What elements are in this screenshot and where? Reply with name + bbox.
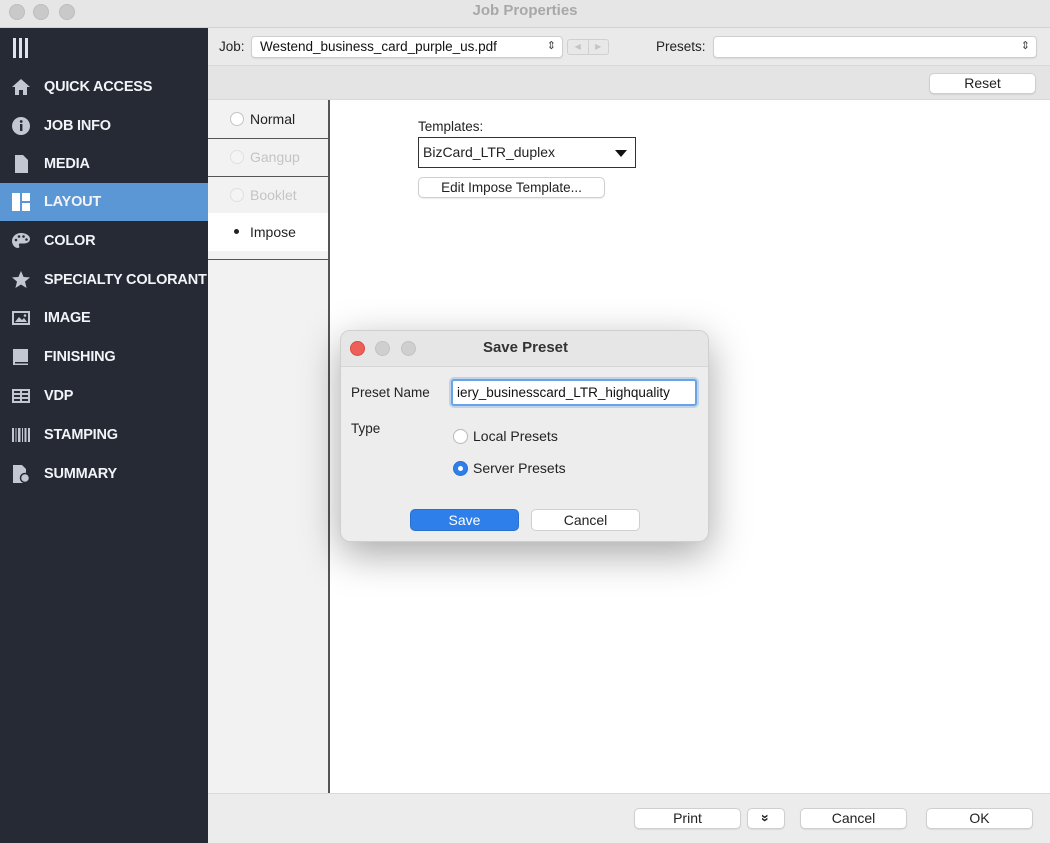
job-toolbar: Job: Westend_business_card_purple_us.pdf…: [208, 28, 1050, 66]
sidebar-item-job-info[interactable]: JOB INFO: [0, 107, 208, 145]
finishing-icon: [10, 347, 32, 367]
sidebar-item-color[interactable]: COLOR: [0, 222, 208, 260]
presets-label: Presets:: [656, 39, 706, 54]
dialog-title: Save Preset: [482, 339, 569, 356]
sidebar-item-label: FINISHING: [44, 349, 116, 365]
dialog-cancel-button[interactable]: Cancel: [531, 509, 640, 531]
sidebar-item-label: SUMMARY: [44, 466, 117, 482]
next-job-button[interactable]: ▶: [587, 40, 609, 54]
more-options-button[interactable]: »: [747, 808, 785, 829]
templates-dropdown-value: BizCard_LTR_duplex: [423, 144, 556, 160]
sidebar-item-specialty-colorant[interactable]: SPECIALTY COLORANT: [0, 261, 208, 299]
sidebar-item-label: QUICK ACCESS: [44, 79, 153, 95]
window-titlebar: Job Properties: [0, 0, 1050, 28]
reset-bar: Reset: [208, 66, 1050, 100]
divider: [208, 259, 328, 260]
job-label: Job:: [219, 39, 245, 54]
layout-options-panel: Normal Gangup Booklet Impose: [208, 100, 330, 793]
star-icon: [10, 270, 32, 290]
vdp-icon: [10, 386, 32, 406]
layout-option-booklet: Booklet: [208, 176, 328, 214]
templates-dropdown[interactable]: BizCard_LTR_duplex: [418, 137, 636, 168]
sidebar-item-label: LAYOUT: [44, 194, 102, 210]
chevron-updown-icon: ⇕: [1020, 40, 1030, 52]
job-select-value: Westend_business_card_purple_us.pdf: [260, 39, 497, 54]
sidebar-item-quick-access[interactable]: QUICK ACCESS: [0, 68, 208, 106]
chevron-updown-icon: ⇕: [546, 40, 556, 52]
radio-button: [230, 188, 244, 202]
server-presets-radio[interactable]: Server Presets: [453, 460, 566, 476]
type-label: Type: [351, 421, 381, 436]
palette-icon: [10, 231, 32, 251]
double-chevron-down-icon: »: [757, 814, 774, 822]
sidebar-item-label: MEDIA: [44, 156, 90, 172]
radio-button: [230, 150, 244, 164]
layout-option-gangup: Gangup: [208, 138, 328, 176]
cancel-button[interactable]: Cancel: [800, 808, 907, 829]
sidebar-item-media[interactable]: MEDIA: [0, 145, 208, 183]
templates-label: Templates:: [418, 119, 484, 134]
layout-option-label: Booklet: [250, 187, 297, 203]
save-button[interactable]: Save: [410, 509, 519, 531]
ok-button[interactable]: OK: [926, 808, 1033, 829]
stamping-icon: [10, 425, 32, 445]
radio-button[interactable]: [230, 225, 244, 239]
bottom-action-bar: Print » Cancel OK: [208, 793, 1050, 843]
sidebar-item-image[interactable]: IMAGE: [0, 299, 208, 337]
summary-icon: [10, 464, 32, 484]
preset-name-label: Preset Name: [351, 385, 430, 400]
reset-button[interactable]: Reset: [929, 73, 1036, 94]
edit-impose-template-button[interactable]: Edit Impose Template...: [418, 177, 605, 198]
sidebar-item-layout[interactable]: LAYOUT: [0, 183, 208, 221]
image-icon: [10, 308, 32, 328]
local-presets-radio[interactable]: Local Presets: [453, 428, 558, 444]
radio-button[interactable]: [453, 428, 468, 444]
preset-name-input[interactable]: [451, 379, 697, 406]
server-presets-label: Server Presets: [473, 460, 566, 476]
previous-job-button[interactable]: ◀: [568, 40, 588, 54]
layout-option-normal[interactable]: Normal: [208, 100, 328, 138]
document-icon: [10, 154, 32, 174]
sidebar-item-label: IMAGE: [44, 310, 91, 326]
radio-button[interactable]: [230, 112, 244, 126]
radio-button-selected[interactable]: [453, 460, 468, 476]
sidebar-item-label: SPECIALTY COLORANT: [44, 272, 207, 288]
info-icon: [10, 116, 32, 136]
layout-option-label: Normal: [250, 111, 296, 127]
print-button[interactable]: Print: [634, 808, 741, 829]
dialog-titlebar: Save Preset: [341, 331, 708, 367]
sidebar-item-stamping[interactable]: STAMPING: [0, 416, 208, 454]
job-nav-buttons: ◀ ▶: [567, 39, 609, 55]
save-preset-dialog: Save Preset Preset Name Type Local Prese…: [340, 330, 709, 542]
layout-icon: [10, 192, 32, 212]
home-icon: [10, 77, 32, 97]
dropdown-arrow-icon: [615, 150, 627, 157]
presets-select[interactable]: ⇕: [713, 36, 1037, 58]
sidebar-item-summary[interactable]: SUMMARY: [0, 455, 208, 493]
job-select[interactable]: Westend_business_card_purple_us.pdf ⇕: [251, 36, 563, 58]
layout-option-label: Impose: [250, 224, 296, 240]
sidebar-item-label: JOB INFO: [44, 118, 111, 134]
sidebar-toggle-icon[interactable]: [13, 38, 29, 58]
sidebar-item-finishing[interactable]: FINISHING: [0, 338, 208, 376]
sidebar-item-vdp[interactable]: VDP: [0, 377, 208, 415]
window-title: Job Properties: [472, 2, 578, 19]
sidebar-item-label: COLOR: [44, 233, 96, 249]
sidebar-item-label: VDP: [44, 388, 74, 404]
layout-option-label: Gangup: [250, 149, 300, 165]
sidebar: QUICK ACCESS JOB INFO MEDIA LAYOUT COLOR…: [0, 28, 208, 843]
local-presets-label: Local Presets: [473, 428, 558, 444]
layout-option-impose[interactable]: Impose: [208, 213, 328, 251]
sidebar-item-label: STAMPING: [44, 427, 118, 443]
